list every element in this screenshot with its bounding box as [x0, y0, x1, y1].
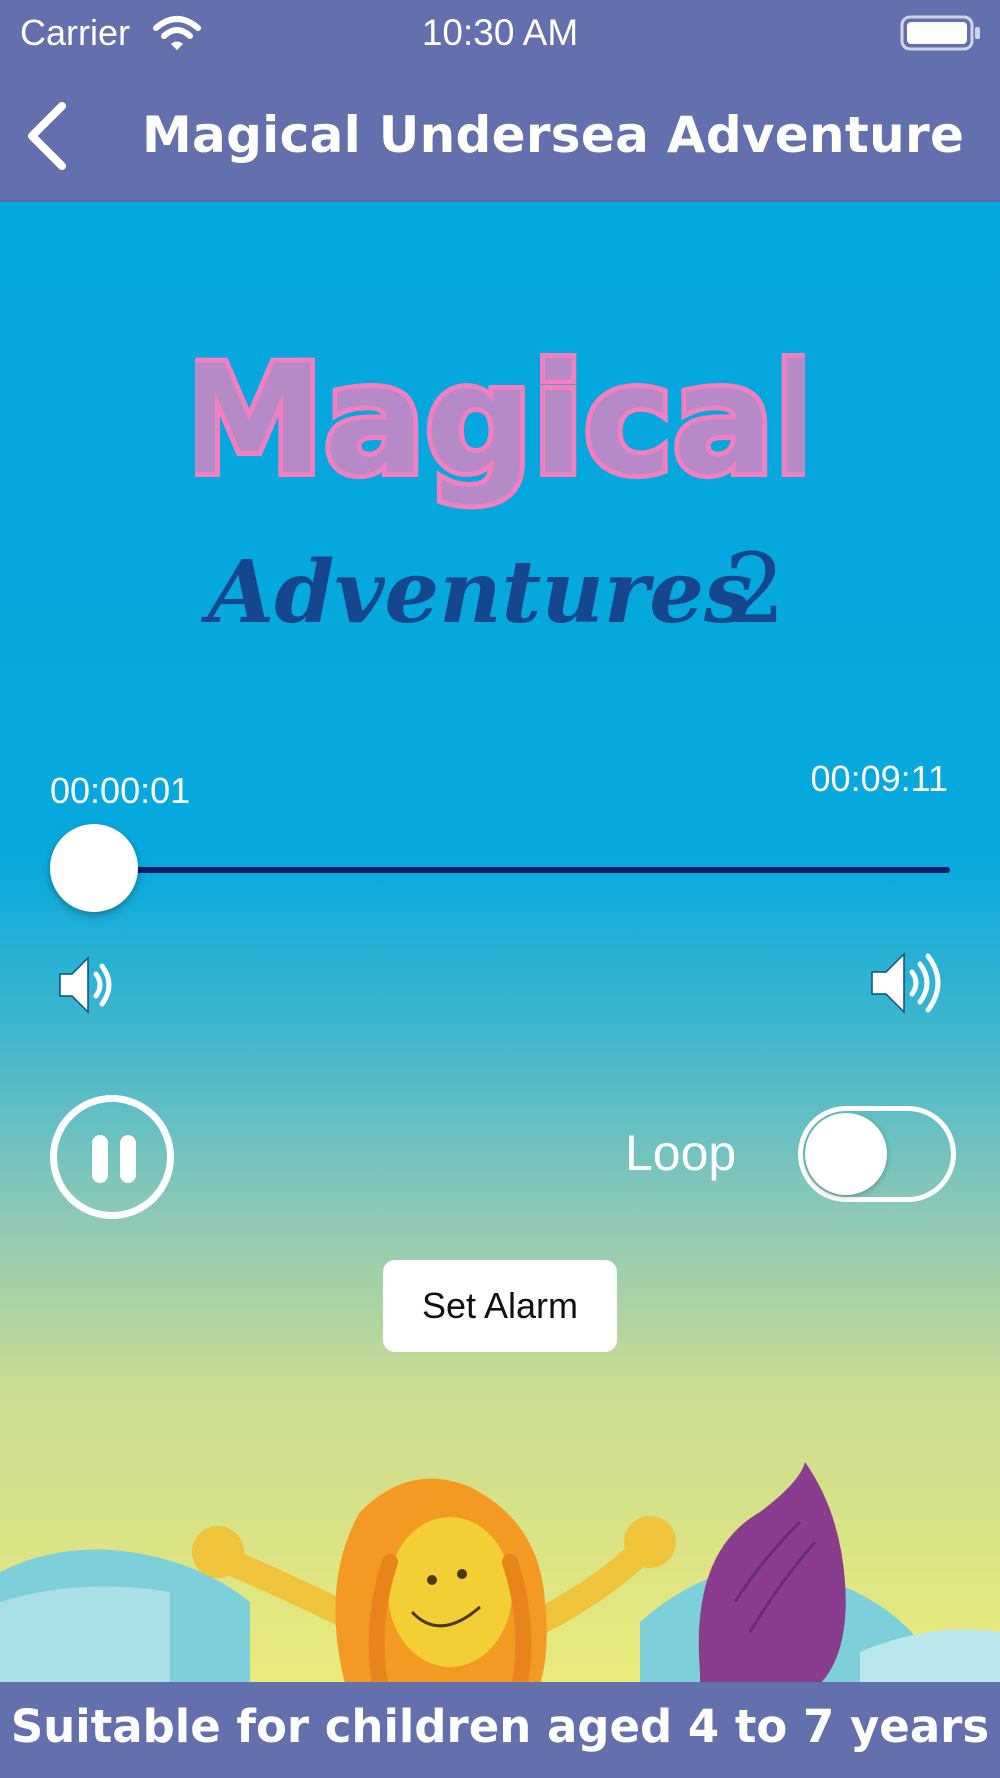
- total-time: 00:09:11: [810, 758, 948, 799]
- status-bar: Carrier 10:30 AM: [0, 0, 1000, 70]
- player-content: Magical Adventures 2 00:00:01 00:09:11 L…: [0, 202, 1000, 1682]
- pause-button[interactable]: [50, 1095, 174, 1219]
- logo-number: 2: [724, 533, 785, 645]
- back-chevron-icon[interactable]: [22, 98, 72, 174]
- progress-slider-track[interactable]: [60, 867, 950, 873]
- loop-label: Loop: [625, 1125, 737, 1181]
- loop-toggle[interactable]: [798, 1106, 956, 1202]
- age-suitability-banner: Suitable for children aged 4 to 7 years: [0, 1682, 1000, 1778]
- magical-adventures-logo: Magical Adventures 2: [195, 329, 805, 645]
- status-time: 10:30 AM: [421, 12, 579, 53]
- logo-text-magical: Magical: [195, 334, 805, 508]
- volume-low-icon[interactable]: [56, 950, 120, 1020]
- battery-icon: [900, 15, 980, 51]
- nav-bar: Magical Undersea Adventure: [0, 70, 1000, 202]
- set-alarm-button[interactable]: Set Alarm: [383, 1260, 617, 1352]
- logo-text-adventures: Adventures: [201, 542, 753, 643]
- mermaid-illustration: [0, 1462, 1000, 1682]
- page-title: Magical Undersea Adventure: [142, 106, 965, 164]
- loop-toggle-knob: [805, 1113, 887, 1195]
- current-time: 00:00:01: [50, 770, 191, 811]
- progress-slider-thumb[interactable]: [50, 824, 138, 912]
- volume-high-icon[interactable]: [868, 948, 948, 1018]
- pause-icon: [92, 1135, 108, 1183]
